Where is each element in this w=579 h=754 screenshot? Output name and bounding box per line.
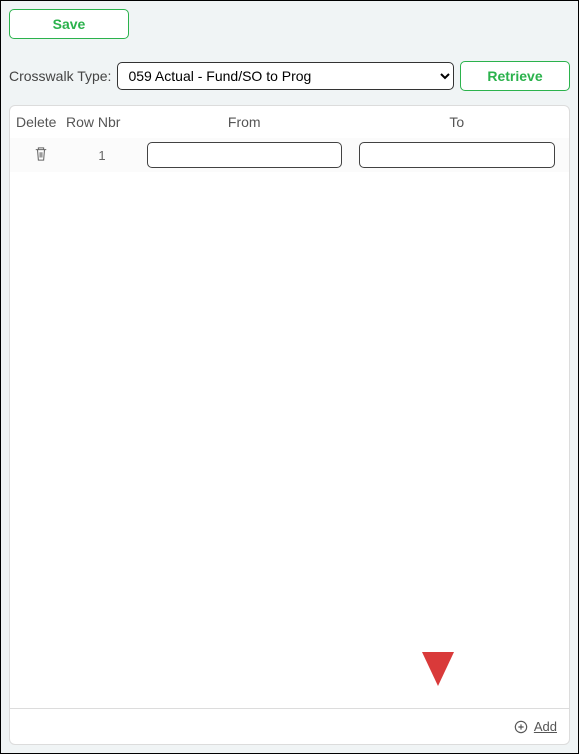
save-button[interactable]: Save [9,9,129,39]
header-delete: Delete [16,114,66,130]
to-input[interactable] [359,142,555,168]
table-header: Delete Row Nbr From To [10,106,569,138]
trash-icon [34,146,48,162]
add-label: Add [534,719,557,734]
header-to: To [351,114,564,130]
header-row-nbr: Row Nbr [66,114,138,130]
crosswalk-type-label: Crosswalk Type: [9,68,111,84]
crosswalk-table: Delete Row Nbr From To 1 [9,105,570,745]
delete-row-button[interactable] [34,146,48,165]
crosswalk-type-select[interactable]: 059 Actual - Fund/SO to Prog [117,62,454,90]
header-from: From [138,114,351,130]
row-number: 1 [66,148,138,163]
from-input[interactable] [147,142,343,168]
retrieve-button[interactable]: Retrieve [460,61,570,91]
table-row: 1 [10,138,569,172]
add-row-button[interactable]: Add [514,719,557,734]
plus-circle-icon [514,720,528,734]
